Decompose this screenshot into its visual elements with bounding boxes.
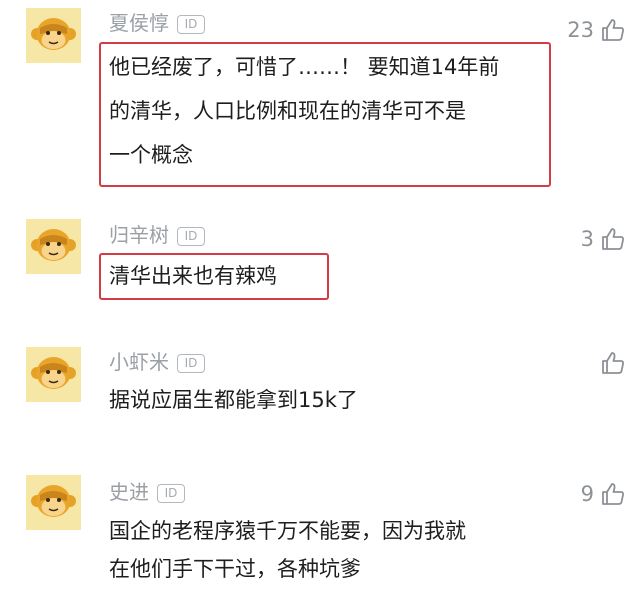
like-button[interactable] (594, 350, 626, 376)
thumbs-up-icon (602, 228, 624, 250)
monkey-avatar-icon (26, 219, 81, 274)
username[interactable]: 小虾米 ID (109, 350, 205, 374)
username-text: 归辛树 (109, 223, 169, 247)
monkey-avatar-icon (26, 347, 81, 402)
comment-line: 他已经废了，可惜了……！ 要知道14年前 (109, 55, 500, 79)
monkey-avatar-icon (26, 8, 81, 63)
comment-line: 在他们手下干过，各种坑爹 (109, 557, 361, 581)
comment-line: 的清华，人口比例和现在的清华可不是 (109, 99, 466, 123)
id-badge: ID (177, 354, 205, 373)
thumbs-up-icon (602, 352, 624, 374)
like-count: 23 (567, 18, 594, 42)
comment-line: 国企的老程序猿千万不能要，因为我就 (109, 519, 466, 543)
like-button[interactable]: 23 (567, 17, 626, 43)
id-badge: ID (177, 15, 205, 34)
like-button[interactable]: 9 (581, 481, 626, 507)
username[interactable]: 史进 ID (109, 480, 185, 504)
avatar[interactable] (26, 219, 81, 274)
username[interactable]: 夏侯惇 ID (109, 11, 205, 35)
like-count: 3 (580, 227, 594, 251)
avatar[interactable] (26, 347, 81, 402)
thumbs-up-icon (602, 483, 624, 505)
avatar[interactable] (26, 8, 81, 63)
avatar[interactable] (26, 475, 81, 530)
id-badge: ID (177, 227, 205, 246)
username-text: 小虾米 (109, 350, 169, 374)
like-count: 9 (580, 482, 594, 506)
comment-item: 史进 ID 9 国企的老程序猿千万不能要，因为我就 在他们手下干过，各种坑爹 (0, 435, 640, 590)
like-button[interactable]: 3 (581, 226, 626, 252)
username-text: 史进 (109, 480, 149, 504)
username-text: 夏侯惇 (109, 11, 169, 35)
monkey-avatar-icon (26, 475, 81, 530)
username[interactable]: 归辛树 ID (109, 223, 205, 247)
comment-line: 一个概念 (109, 143, 193, 167)
comment-line: 清华出来也有辣鸡 (109, 264, 277, 288)
comment-line: 据说应届生都能拿到15k了 (109, 388, 358, 412)
comment-item: 夏侯惇 ID 23 他已经废了，可惜了……！ 要知道14年前 的清华，人口比例和现… (0, 0, 640, 200)
comment-item: 归辛树 ID 3 清华出来也有辣鸡 (0, 200, 640, 320)
comment-item: 小虾米 ID 据说应届生都能拿到15k了 (0, 320, 640, 435)
thumbs-up-icon (602, 19, 624, 41)
id-badge: ID (157, 484, 185, 503)
